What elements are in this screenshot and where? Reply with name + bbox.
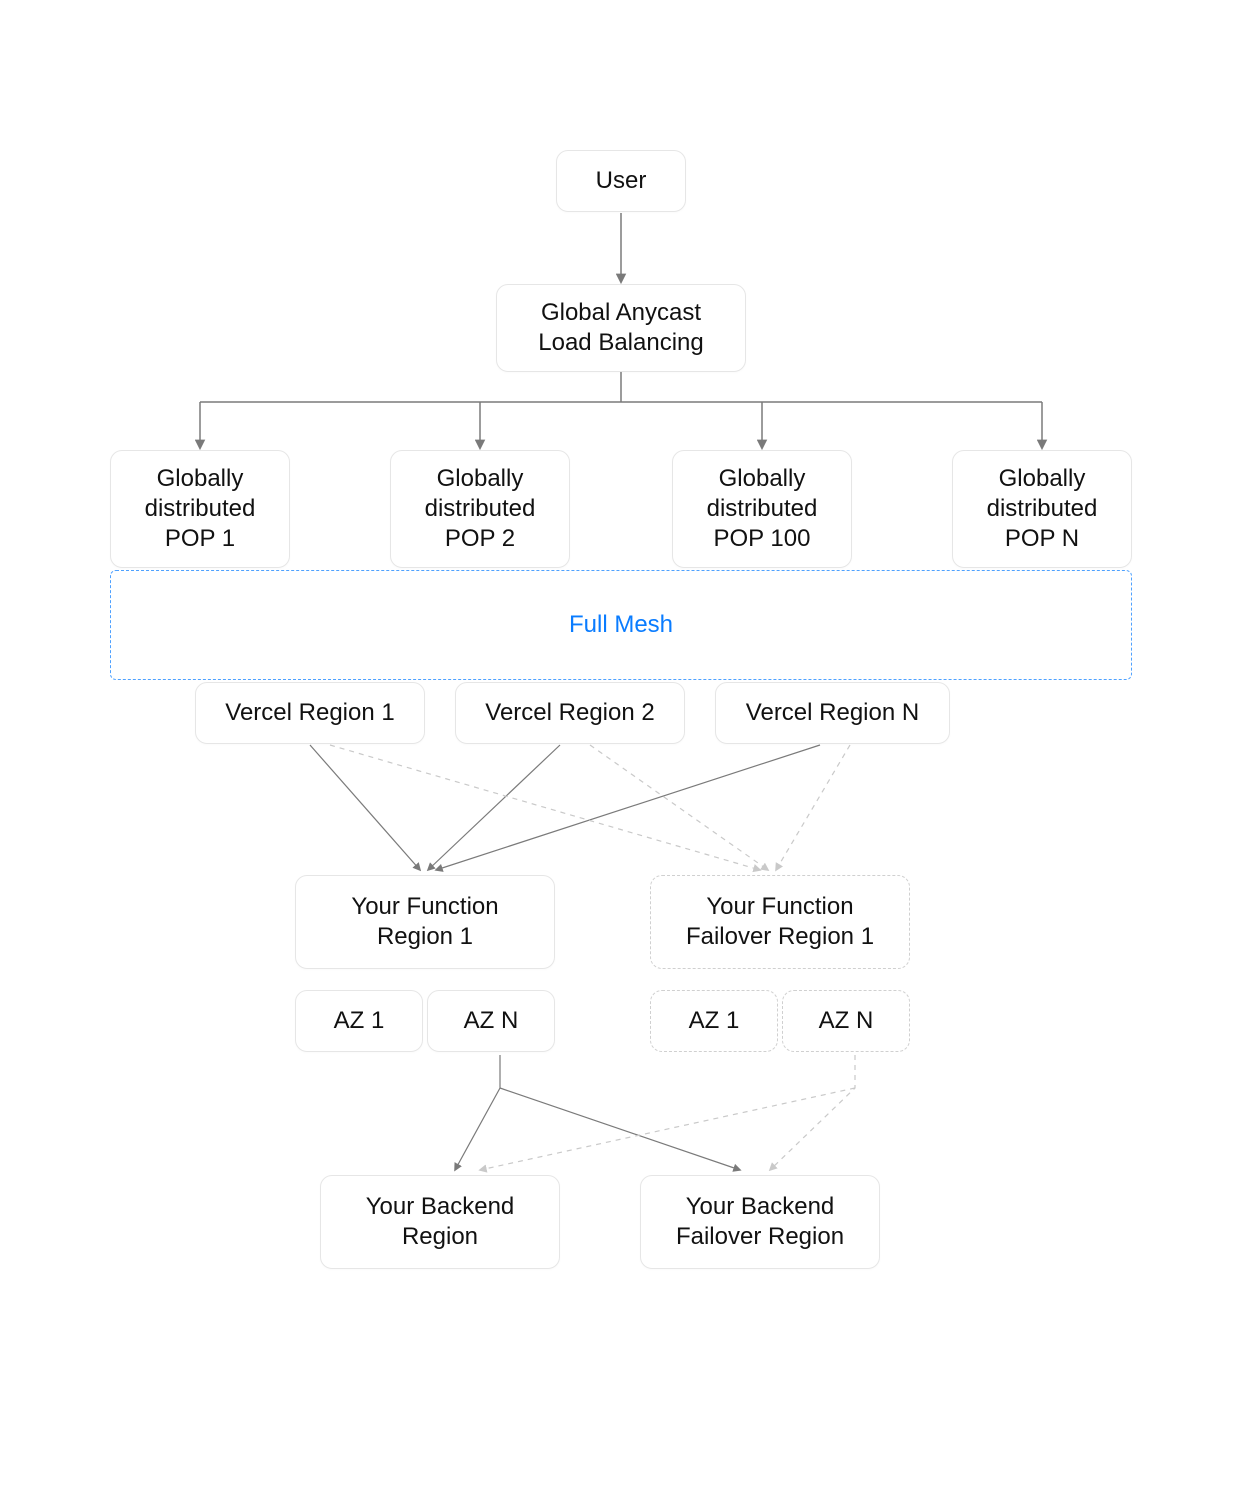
node-region-2-label: Vercel Region 2 xyxy=(485,698,654,728)
node-backend-failover-label: Your Backend Failover Region xyxy=(676,1192,844,1252)
node-az-failover-1: AZ 1 xyxy=(650,990,778,1052)
node-function-primary-label: Your Function Region 1 xyxy=(351,892,498,952)
node-region-n: Vercel Region N xyxy=(715,682,950,744)
node-az-failover-n: AZ N xyxy=(782,990,910,1052)
node-az-failover-1-label: AZ 1 xyxy=(689,1006,740,1036)
node-az-primary-n-label: AZ N xyxy=(464,1006,519,1036)
node-pop-n-label: Globally distributed POP N xyxy=(987,464,1098,554)
node-backend-failover: Your Backend Failover Region xyxy=(640,1175,880,1269)
node-pop-n: Globally distributed POP N xyxy=(952,450,1132,568)
node-pop-1-label: Globally distributed POP 1 xyxy=(145,464,256,554)
node-anycast-label: Global Anycast Load Balancing xyxy=(538,298,703,358)
node-pop-2-label: Globally distributed POP 2 xyxy=(425,464,536,554)
node-function-primary: Your Function Region 1 xyxy=(295,875,555,969)
node-pop-100: Globally distributed POP 100 xyxy=(672,450,852,568)
node-az-primary-1: AZ 1 xyxy=(295,990,423,1052)
node-user-label: User xyxy=(596,166,647,196)
node-pop-1: Globally distributed POP 1 xyxy=(110,450,290,568)
connectors xyxy=(0,0,1242,1500)
node-user: User xyxy=(556,150,686,212)
node-az-primary-1-label: AZ 1 xyxy=(334,1006,385,1036)
node-az-failover-n-label: AZ N xyxy=(819,1006,874,1036)
node-region-1: Vercel Region 1 xyxy=(195,682,425,744)
node-full-mesh: Full Mesh xyxy=(110,570,1132,680)
architecture-diagram: User Global Anycast Load Balancing Globa… xyxy=(0,0,1242,1500)
node-backend-primary-label: Your Backend Region xyxy=(366,1192,515,1252)
node-region-n-label: Vercel Region N xyxy=(746,698,919,728)
node-full-mesh-label: Full Mesh xyxy=(569,611,673,639)
node-pop-2: Globally distributed POP 2 xyxy=(390,450,570,568)
node-backend-primary: Your Backend Region xyxy=(320,1175,560,1269)
node-region-1-label: Vercel Region 1 xyxy=(225,698,394,728)
node-anycast: Global Anycast Load Balancing xyxy=(496,284,746,372)
node-region-2: Vercel Region 2 xyxy=(455,682,685,744)
node-function-failover: Your Function Failover Region 1 xyxy=(650,875,910,969)
node-az-primary-n: AZ N xyxy=(427,990,555,1052)
node-pop-100-label: Globally distributed POP 100 xyxy=(707,464,818,554)
node-function-failover-label: Your Function Failover Region 1 xyxy=(686,892,874,952)
